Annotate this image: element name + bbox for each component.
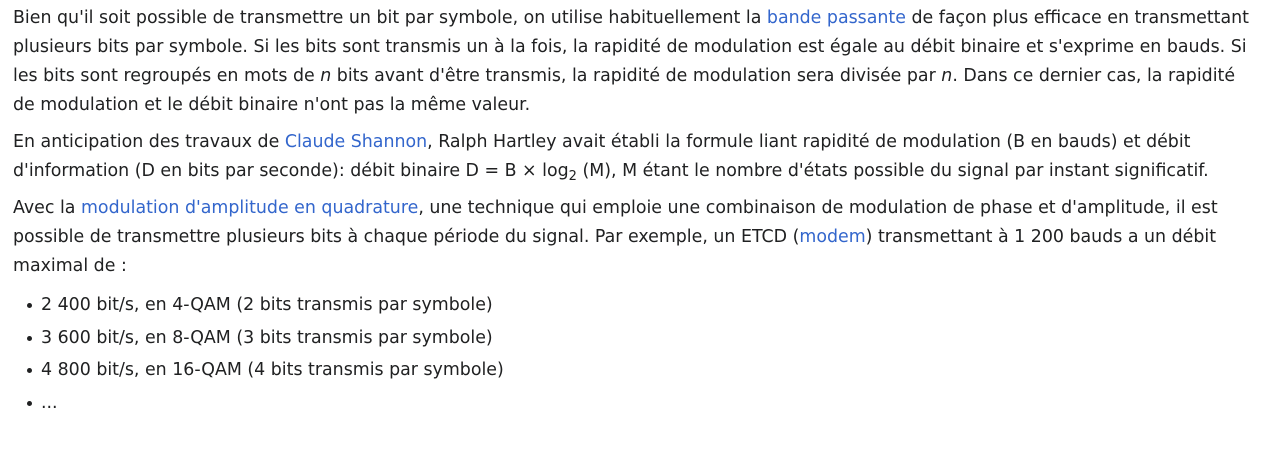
variable-n: n xyxy=(320,66,332,86)
list-item: 2 400 bit/s, en 4-QAM (2 bits transmis p… xyxy=(27,289,1258,322)
article-content: Bien qu'il soit possible de transmettre … xyxy=(13,4,1258,419)
list-item-text: 3 600 bit/s, en 8-QAM (3 bits transmis p… xyxy=(41,327,493,348)
bullet-icon xyxy=(27,400,32,406)
paragraph-hartley: En anticipation des travaux de Claude Sh… xyxy=(13,128,1258,186)
link-bande-passante[interactable]: bande passante xyxy=(767,8,906,28)
paragraph-bandwidth: Bien qu'il soit possible de transmettre … xyxy=(13,4,1258,120)
variable-n: n xyxy=(941,66,953,86)
bitrate-list: 2 400 bit/s, en 4-QAM (2 bits transmis p… xyxy=(13,289,1258,419)
paragraph-text: En anticipation des travaux de xyxy=(13,132,285,152)
bullet-icon xyxy=(27,368,32,373)
list-item-text: 2 400 bit/s, en 4-QAM (2 bits transmis p… xyxy=(41,295,493,315)
paragraph-qam: Avec la modulation d'amplitude en quadra… xyxy=(13,194,1258,281)
log-subscript: 2 xyxy=(568,169,577,184)
list-item: 3 600 bit/s, en 8-QAM (3 bits transmis p… xyxy=(27,322,1258,355)
list-item: ... xyxy=(27,387,1258,420)
link-claude-shannon[interactable]: Claude Shannon xyxy=(285,132,427,152)
paragraph-text: Bien qu'il soit possible de transmettre … xyxy=(13,8,767,28)
paragraph-text: (M), M étant le nombre d'états possible … xyxy=(576,161,1209,181)
link-modulation-amplitude-quadrature[interactable]: modulation d'amplitude en quadrature xyxy=(81,198,418,218)
bullet-icon xyxy=(27,335,32,341)
paragraph-text: bits avant d'être transmis, la rapidité … xyxy=(331,66,942,86)
list-item-text: 4 800 bit/s, en 16-QAM (4 bits transmis … xyxy=(41,360,504,380)
bullet-icon xyxy=(27,303,32,308)
list-item: 4 800 bit/s, en 16-QAM (4 bits transmis … xyxy=(27,354,1258,387)
paragraph-text: Avec la xyxy=(13,198,81,218)
list-item-text: ... xyxy=(41,392,58,413)
link-modem[interactable]: modem xyxy=(799,227,865,247)
